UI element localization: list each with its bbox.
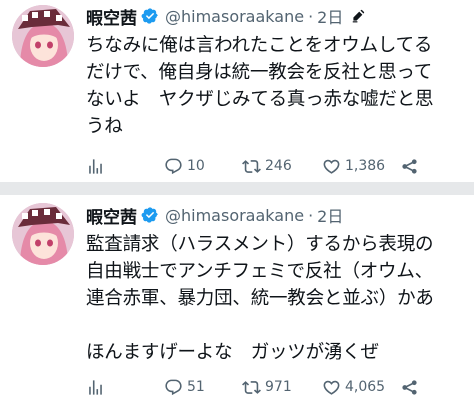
heart-icon bbox=[323, 380, 340, 395]
views-bar-chart-icon bbox=[89, 379, 102, 395]
like-button[interactable]: 4,065 bbox=[322, 378, 385, 397]
reply-count: 51 bbox=[187, 379, 205, 395]
verified-badge-icon bbox=[141, 8, 158, 24]
retweet-arrows-icon bbox=[242, 159, 261, 173]
verified-badge-icon bbox=[141, 207, 158, 223]
tweet-card[interactable]: 暇空茜 @himasoraakane · 2日 監査請求（ハラスメント）するから… bbox=[0, 195, 474, 413]
author-handle[interactable]: @himasoraakane bbox=[165, 206, 304, 225]
retweet-count: 971 bbox=[265, 379, 292, 395]
reply-button[interactable]: 10 bbox=[164, 157, 205, 176]
avatar[interactable] bbox=[12, 5, 74, 67]
tweet-divider bbox=[0, 182, 474, 195]
tweet-header: 暇空茜 @himasoraakane · 2日 bbox=[86, 4, 365, 29]
share-icon bbox=[402, 379, 417, 395]
like-count: 4,065 bbox=[345, 379, 386, 395]
share-button[interactable] bbox=[400, 157, 419, 176]
action-bar: 51 971 4,065 bbox=[86, 375, 419, 399]
author-handle[interactable]: @himasoraakane bbox=[165, 7, 304, 26]
heart-icon bbox=[323, 159, 340, 174]
tweet-card[interactable]: 暇空茜 @himasoraakane · 2日 ちなみに俺は言われたことをオウム… bbox=[0, 0, 474, 182]
edit-pencil-icon[interactable] bbox=[351, 9, 365, 23]
tweet-text: 監査請求（ハラスメント）するから表現の 自由戦士でアンチフェミで反社（オウム、 … bbox=[86, 234, 434, 363]
separator-dot: · bbox=[308, 6, 314, 26]
share-icon bbox=[402, 158, 417, 174]
avatar[interactable] bbox=[12, 203, 74, 265]
timestamp[interactable]: 2日 bbox=[317, 203, 343, 227]
reply-bubble-icon bbox=[165, 379, 182, 395]
share-button[interactable] bbox=[400, 378, 419, 397]
retweet-button[interactable]: 971 bbox=[242, 378, 292, 397]
tweet-text: ちなみに俺は言われたことをオウムしてる だけで、俺自身は統一教会を反社と思って … bbox=[86, 35, 434, 137]
action-bar: 10 246 1,386 bbox=[86, 154, 419, 178]
retweet-button[interactable]: 246 bbox=[242, 157, 292, 176]
timestamp[interactable]: 2日 bbox=[317, 4, 343, 28]
retweet-arrows-icon bbox=[242, 380, 261, 394]
views-button[interactable] bbox=[86, 157, 105, 176]
reply-bubble-icon bbox=[165, 158, 182, 174]
views-button[interactable] bbox=[86, 378, 105, 397]
author-name[interactable]: 暇空茜 bbox=[86, 4, 137, 29]
like-button[interactable]: 1,386 bbox=[322, 157, 385, 176]
reply-button[interactable]: 51 bbox=[164, 378, 205, 397]
like-count: 1,386 bbox=[345, 158, 386, 174]
tweet-header: 暇空茜 @himasoraakane · 2日 bbox=[86, 203, 343, 228]
author-name[interactable]: 暇空茜 bbox=[86, 203, 137, 228]
views-bar-chart-icon bbox=[89, 158, 102, 174]
retweet-count: 246 bbox=[265, 158, 292, 174]
separator-dot: · bbox=[308, 205, 314, 225]
reply-count: 10 bbox=[187, 158, 205, 174]
